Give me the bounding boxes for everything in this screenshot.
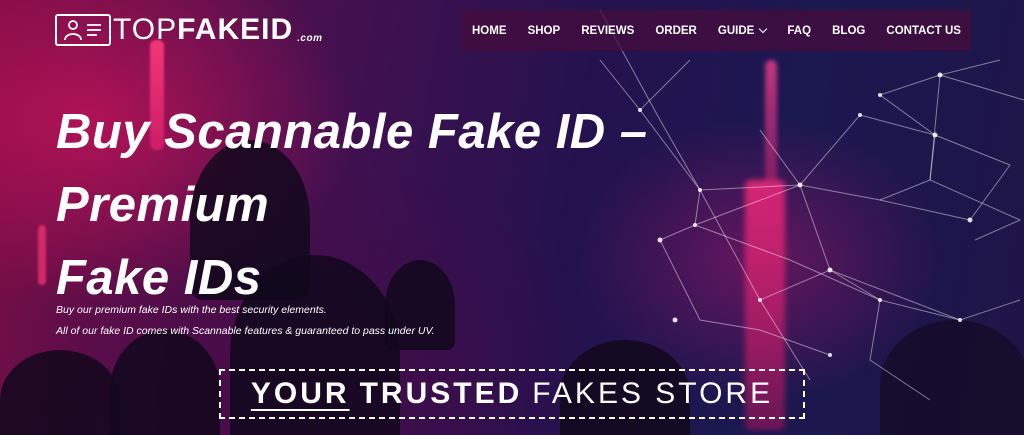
- hero-subtext-line: Buy our premium fake IDs with the best s…: [56, 304, 327, 316]
- badge-word-your: YOUR: [250, 377, 350, 410]
- site-logo[interactable]: TOP FAKEID .com: [55, 13, 323, 47]
- hero-subtext-line: All of our fake ID comes with Scannable …: [56, 325, 435, 337]
- id-card-icon: [55, 14, 111, 46]
- nav-item-reviews[interactable]: REVIEWS: [581, 25, 634, 37]
- trusted-store-badge: YOUR TRUSTED FAKES STORE: [219, 369, 805, 419]
- nav-item-blog[interactable]: BLOG: [832, 25, 865, 37]
- nav-item-contact-us[interactable]: CONTACT US: [886, 25, 961, 37]
- nav-item-guide-label: GUIDE: [717, 24, 755, 37]
- headline-line: Fake IDs: [56, 251, 262, 305]
- nav-item-order[interactable]: ORDER: [655, 25, 697, 37]
- nav-item-guide[interactable]: GUIDE: [717, 24, 768, 37]
- main-navigation: HOME SHOP REVIEWS ORDER GUIDE FAQ BLOG C…: [461, 10, 971, 51]
- nav-item-shop[interactable]: SHOP: [528, 25, 561, 37]
- logo-text-fakeid: FAKEID: [177, 13, 294, 46]
- logo-text-top: TOP: [113, 13, 178, 46]
- nav-item-home[interactable]: HOME: [472, 25, 507, 37]
- badge-word-trusted: TRUSTED: [359, 377, 523, 410]
- hero-headline: Buy Scannable Fake ID – Premium Fake IDs: [56, 96, 816, 315]
- logo-dotcom: .com: [297, 33, 323, 44]
- headline-line: Buy Scannable Fake ID –: [56, 105, 648, 159]
- badge-word-fakes-store: FAKES STORE: [532, 377, 774, 410]
- headline-line: Premium: [56, 178, 270, 232]
- chevron-down-icon: [759, 24, 768, 33]
- nav-item-faq[interactable]: FAQ: [787, 25, 811, 37]
